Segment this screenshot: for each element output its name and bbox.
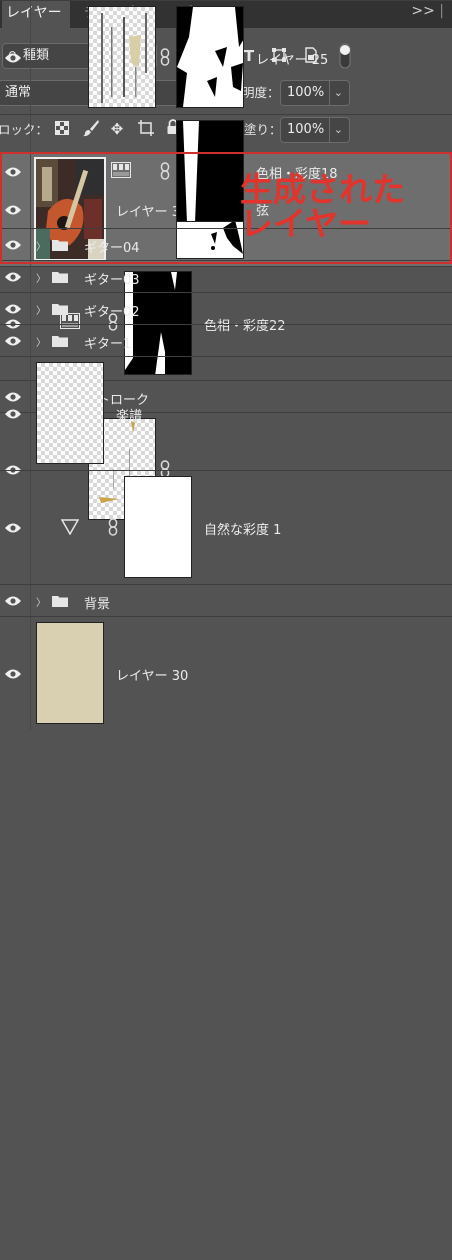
layer-name: ギター03 [84, 273, 140, 288]
eye-icon[interactable] [4, 522, 22, 534]
layer-mask-thumbnail [176, 6, 244, 108]
layer-row[interactable]: 楽譜 [0, 356, 452, 470]
layer-name: レイヤー 30 [116, 669, 189, 684]
eye-icon[interactable] [4, 303, 22, 315]
chevron-right-icon[interactable]: 〉 [36, 594, 46, 609]
link-icon[interactable] [160, 162, 170, 184]
eye-icon[interactable] [4, 166, 22, 178]
chevron-right-icon[interactable]: 〉 [36, 270, 46, 285]
layer-thumbnail [88, 6, 156, 108]
layer-group-row[interactable]: 〉 ギター03 [0, 260, 452, 292]
layer-name: ギター04 [84, 241, 140, 256]
chevron-right-icon[interactable]: 〉 [36, 302, 46, 317]
layer-name: 背景 [84, 597, 111, 612]
layer-name: 楽譜 [116, 409, 143, 424]
layer-name: 自然な彩度 1 [204, 523, 282, 538]
folder-icon [51, 270, 69, 284]
annotation-line-1: 生成された [240, 170, 405, 209]
layer-mask-thumbnail [124, 476, 192, 578]
eye-icon[interactable] [4, 408, 22, 420]
annotation-line-2: レイヤー [240, 204, 372, 243]
layer-name: ギター02 [84, 305, 140, 320]
layer-group-row[interactable]: 〉 ギター1 [0, 324, 452, 356]
eye-icon[interactable] [4, 271, 22, 283]
link-icon[interactable] [108, 518, 118, 540]
layer-group-row[interactable]: 〉 ギター04 [0, 228, 452, 260]
layer-group-row[interactable]: 〉 ギター02 [0, 292, 452, 324]
eye-icon[interactable] [4, 595, 22, 607]
eye-icon[interactable] [4, 668, 22, 680]
layer-row[interactable]: 自然な彩度 1 [0, 470, 452, 584]
layer-name: レイヤー 25 [256, 53, 329, 68]
layer-row[interactable]: レイヤー 25 [0, 0, 452, 114]
layer-group-row[interactable]: 〉 背景 [0, 584, 452, 616]
chevron-right-icon[interactable]: 〉 [36, 334, 46, 349]
chevron-right-icon[interactable]: 〉 [36, 238, 46, 253]
layer-thumbnail [36, 622, 104, 724]
folder-icon [51, 302, 69, 316]
eye-icon[interactable] [4, 52, 22, 64]
layer-thumbnail [36, 362, 104, 464]
layer-row[interactable]: レイヤー 30 [0, 616, 452, 730]
folder-icon [51, 334, 69, 348]
folder-icon [51, 594, 69, 608]
link-icon[interactable] [160, 48, 170, 70]
vibrance-icon [60, 519, 80, 539]
layer-mask-thumbnail [176, 120, 244, 222]
eye-icon[interactable] [4, 239, 22, 251]
eye-icon[interactable] [4, 335, 22, 347]
layer-name: ギター1 [84, 337, 132, 352]
hue-saturation-icon [111, 162, 131, 182]
folder-icon [51, 238, 69, 252]
